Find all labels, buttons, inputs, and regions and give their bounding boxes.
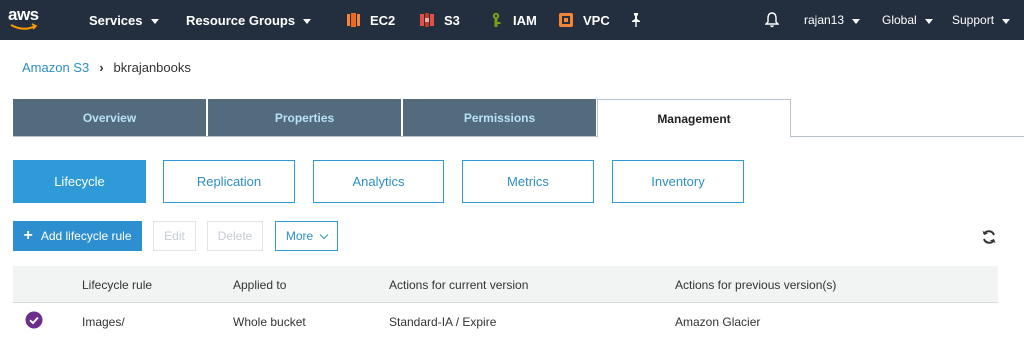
breadcrumb: Amazon S3 › bkrajanbooks	[22, 60, 191, 75]
plus-icon: +	[23, 227, 33, 244]
support-menu[interactable]: Support	[952, 0, 1011, 40]
edit-button[interactable]: Edit	[153, 221, 196, 251]
subtab-metrics[interactable]: Metrics	[462, 160, 594, 203]
tab-management[interactable]: Management	[597, 99, 791, 138]
shortcut-label: EC2	[370, 12, 396, 28]
more-button-label: More	[285, 229, 314, 243]
logo-smile-icon	[10, 23, 38, 30]
s3-icon	[420, 13, 434, 27]
shortcut-label: VPC	[583, 12, 610, 28]
column-header[interactable]: Actions for previous version(s)	[675, 278, 836, 292]
add-button-label: Add lifecycle rule	[40, 229, 132, 243]
shortcut-vpc[interactable]: VPC	[558, 0, 610, 40]
bucket-tabs: Overview Properties Permissions Manageme…	[13, 99, 1024, 138]
shortcut-label: S3	[444, 12, 460, 28]
delete-button[interactable]: Delete	[207, 221, 263, 251]
delete-button-label: Delete	[217, 229, 253, 243]
tab-overview[interactable]: Overview	[13, 99, 206, 136]
subtab-label: Analytics	[352, 174, 405, 189]
shortcut-ec2[interactable]: EC2	[345, 0, 395, 40]
tab-label: Properties	[274, 110, 335, 125]
chevron-down-icon	[319, 230, 329, 239]
resource-groups-label: Resource Groups	[186, 12, 296, 28]
chevron-down-icon	[924, 18, 933, 24]
tab-label: Permissions	[463, 110, 536, 125]
chevron-down-icon	[150, 18, 159, 24]
breadcrumb-current: bkrajanbooks	[113, 60, 191, 75]
iam-icon	[492, 12, 501, 27]
notifications-button[interactable]	[765, 0, 779, 40]
pin-icon	[632, 13, 640, 27]
chevron-down-icon	[852, 18, 861, 24]
column-header[interactable]: Lifecycle rule	[82, 278, 152, 292]
subtab-analytics[interactable]: Analytics	[313, 160, 444, 203]
cell-rule: Images/	[82, 315, 125, 329]
services-menu[interactable]: Services	[89, 0, 159, 40]
more-dropdown-button[interactable]: More	[275, 221, 338, 251]
pin-button[interactable]	[630, 0, 642, 40]
user-label: rajan13	[804, 13, 845, 27]
tab-permissions[interactable]: Permissions	[403, 99, 596, 136]
tab-properties[interactable]: Properties	[208, 99, 401, 136]
chevron-down-icon	[1002, 18, 1011, 24]
tab-label: Management	[657, 111, 731, 126]
region-label: Global	[882, 13, 917, 27]
ec2-icon	[347, 13, 360, 27]
top-navigation-bar: aws Services Resource Groups EC2 S3 IAM …	[0, 0, 1024, 40]
subtab-label: Replication	[196, 174, 262, 189]
chevron-right-icon: ›	[99, 60, 104, 75]
logo-text: aws	[8, 5, 39, 24]
subtab-replication[interactable]: Replication	[163, 160, 295, 203]
shortcut-label: IAM	[513, 12, 537, 28]
account-menu[interactable]: rajan13	[804, 0, 861, 40]
cell-previous-actions: Amazon Glacier	[675, 315, 761, 329]
region-menu[interactable]: Global	[882, 0, 933, 40]
subtab-label: Lifecycle	[54, 174, 105, 189]
subtab-label: Inventory	[651, 174, 705, 189]
subtab-label: Metrics	[507, 174, 549, 189]
subtab-lifecycle[interactable]: Lifecycle	[13, 160, 146, 203]
subtab-inventory[interactable]: Inventory	[612, 160, 744, 203]
resource-groups-menu[interactable]: Resource Groups	[186, 0, 312, 40]
selected-check-icon[interactable]	[25, 311, 43, 329]
chevron-down-icon	[303, 18, 312, 24]
add-lifecycle-rule-button[interactable]: + Add lifecycle rule	[13, 221, 142, 251]
shortcut-s3[interactable]: S3	[419, 0, 460, 40]
column-header[interactable]: Actions for current version	[389, 278, 528, 292]
services-label: Services	[89, 12, 143, 28]
tab-label: Overview	[82, 110, 137, 125]
shortcut-iam[interactable]: IAM	[488, 0, 537, 40]
bell-icon	[765, 12, 779, 28]
vpc-icon	[559, 13, 573, 27]
breadcrumb-root-link[interactable]: Amazon S3	[22, 60, 89, 75]
cell-applied-to: Whole bucket	[233, 315, 306, 329]
edit-button-label: Edit	[164, 229, 185, 243]
support-label: Support	[952, 13, 995, 27]
aws-logo[interactable]: aws	[8, 6, 42, 34]
refresh-icon[interactable]	[981, 229, 997, 245]
cell-current-actions: Standard-IA / Expire	[389, 315, 497, 329]
column-header[interactable]: Applied to	[233, 278, 286, 292]
